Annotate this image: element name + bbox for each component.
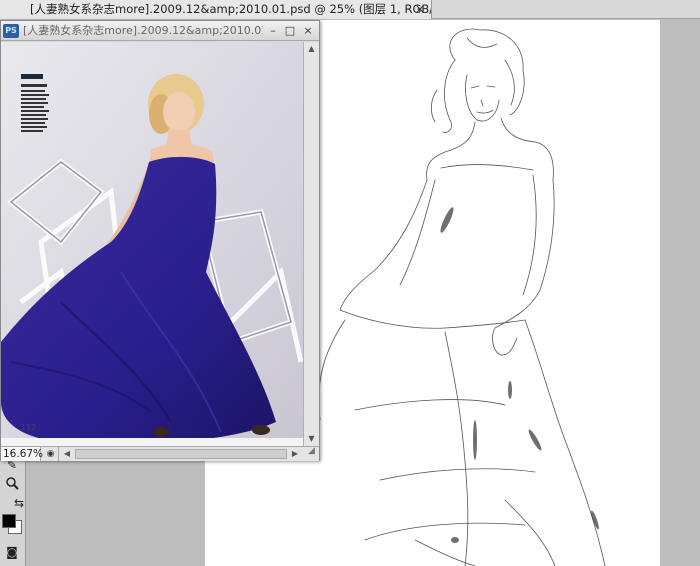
close-button[interactable]: × <box>300 23 316 39</box>
photoshop-workspace: [人妻熟女系杂志more].2009.12&amp;2010.01.psd @ … <box>0 0 700 566</box>
scroll-down-icon[interactable]: ▼ <box>304 432 319 446</box>
document-status-bar: 16.67% ◉ ◀ ▶ ◢ <box>1 446 319 461</box>
document-tab-bar: [人妻熟女系杂志more].2009.12&amp;2010.01.psd @ … <box>0 0 700 19</box>
status-menu-icon[interactable]: ◉ <box>43 447 59 461</box>
scroll-right-icon[interactable]: ▶ <box>289 447 301 461</box>
horizontal-scrollbar[interactable]: ◀ ▶ <box>61 447 301 461</box>
magazine-page-number: 112 <box>21 423 36 432</box>
quick-mask-icon[interactable]: ◙ <box>3 545 21 561</box>
floating-window-titlebar[interactable]: PS [人妻熟女系杂志more].2009.12&amp;2010.01... … <box>1 21 319 41</box>
scroll-up-icon[interactable]: ▲ <box>304 42 319 56</box>
minimize-button[interactable]: – <box>265 23 281 39</box>
floating-document-window[interactable]: PS [人妻熟女系杂志more].2009.12&amp;2010.01... … <box>0 20 320 461</box>
foreground-color-swatch[interactable] <box>2 514 16 528</box>
vertical-scrollbar[interactable]: ▲ ▼ <box>303 42 319 446</box>
scroll-left-icon[interactable]: ◀ <box>61 447 73 461</box>
main-document-tab-title: [人妻熟女系杂志more].2009.12&amp;2010.01.psd @ … <box>30 2 432 16</box>
tools-panel: ✎ ⇆ ◙ <box>0 455 26 566</box>
reference-photo-canvas[interactable]: 112 <box>1 42 303 446</box>
maximize-button[interactable]: □ <box>282 23 298 39</box>
main-document-tab[interactable]: [人妻熟女系杂志more].2009.12&amp;2010.01.psd @ … <box>0 0 432 19</box>
close-icon[interactable]: × <box>415 0 425 19</box>
resize-grip-icon[interactable]: ◢ <box>304 446 319 461</box>
magnifier-icon <box>6 477 19 490</box>
horizontal-scroll-thumb[interactable] <box>75 449 287 459</box>
photoshop-app-icon: PS <box>3 24 19 38</box>
floating-window-title: [人妻熟女系杂志more].2009.12&amp;2010.01... <box>23 24 263 37</box>
magazine-photo-blue-dress: 112 <box>1 42 303 446</box>
zoom-level-field[interactable]: 16.67% <box>1 447 43 461</box>
swap-colors-icon[interactable]: ⇆ <box>10 496 28 512</box>
zoom-tool-icon[interactable] <box>3 476 21 492</box>
